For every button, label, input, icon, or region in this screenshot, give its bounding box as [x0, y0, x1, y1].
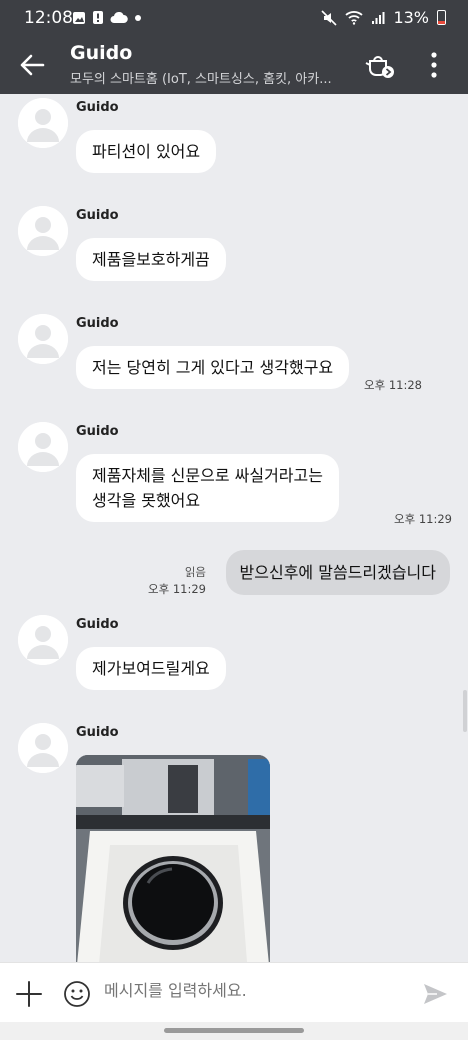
message-bubble[interactable]: 파티션이 있어요 — [76, 130, 217, 173]
sender-name: Guido — [76, 617, 119, 632]
teapot-icon[interactable] — [362, 47, 398, 83]
battery-percent: 13% — [393, 8, 429, 27]
back-arrow-icon[interactable] — [16, 49, 48, 81]
default-avatar-icon — [18, 98, 68, 148]
default-avatar-icon — [18, 615, 68, 665]
home-indicator[interactable] — [164, 1028, 304, 1033]
chat-title: Guido — [70, 42, 133, 64]
default-avatar-icon — [18, 723, 68, 773]
wifi-icon — [345, 11, 364, 25]
my-message-bubble[interactable]: 받으신후에 말씀드리겠습니다 — [225, 550, 450, 595]
emoji-icon[interactable] — [62, 979, 92, 1009]
message-input-bar — [0, 962, 468, 1022]
default-avatar-icon — [18, 206, 68, 256]
cloud-icon — [110, 11, 128, 23]
message-bubble[interactable]: 제가보여드릴게요 — [76, 647, 226, 690]
message-bubble[interactable]: 저는 당연히 그게 있다고 생각했구요 — [76, 346, 350, 389]
sender-name: Guido — [76, 424, 119, 439]
message-input[interactable] — [104, 981, 404, 1000]
thermostat-photo — [76, 755, 270, 962]
battery-icon — [437, 10, 446, 25]
message-time: 오후 11:29 — [148, 582, 206, 596]
read-receipt: 읽음 — [184, 565, 206, 579]
gallery-icon — [73, 11, 85, 24]
avatar[interactable] — [18, 206, 68, 256]
sender-name: Guido — [76, 208, 119, 223]
sender-name: Guido — [76, 316, 119, 331]
chat-area[interactable]: Guido 파티션이 있어요 Guido 제품을보호하게끔 Guido 저는 당… — [0, 94, 468, 962]
avatar[interactable] — [18, 723, 68, 773]
send-icon[interactable] — [420, 979, 450, 1009]
signal-icon — [372, 11, 385, 24]
more-options-icon[interactable] — [416, 47, 452, 83]
message-line: 생각을 못했어요 — [92, 491, 201, 510]
alert-icon — [93, 11, 103, 24]
message-line: 제품자체를 신문으로 싸실거라고는 — [92, 466, 323, 485]
chat-header: Guido 모두의 스마트홈 (IoT, 스마트싱스, 홈킷, 아카... — [0, 36, 468, 94]
avatar[interactable] — [18, 98, 68, 148]
plus-icon[interactable] — [14, 979, 44, 1009]
sender-name: Guido — [76, 100, 119, 115]
avatar[interactable] — [18, 422, 68, 472]
mute-icon — [321, 9, 338, 26]
default-avatar-icon — [18, 314, 68, 364]
chat-subtitle: 모두의 스마트홈 (IoT, 스마트싱스, 홈킷, 아카... — [70, 72, 332, 87]
avatar[interactable] — [18, 314, 68, 364]
message-time: 오후 11:29 — [394, 512, 452, 526]
status-bar: 12:08 13% — [0, 0, 468, 36]
message-bubble[interactable]: 제품을보호하게끔 — [76, 238, 226, 281]
dot-icon — [135, 14, 141, 21]
sender-name: Guido — [76, 725, 119, 740]
photo-attachment[interactable] — [76, 755, 270, 962]
message-time: 오후 11:28 — [364, 378, 422, 392]
scroll-indicator[interactable] — [463, 690, 467, 732]
status-time: 12:08 — [24, 8, 73, 28]
system-nav-bar — [0, 1022, 468, 1040]
avatar[interactable] — [18, 615, 68, 665]
message-bubble[interactable]: 제품자체를 신문으로 싸실거라고는 생각을 못했어요 — [76, 454, 339, 522]
default-avatar-icon — [18, 422, 68, 472]
